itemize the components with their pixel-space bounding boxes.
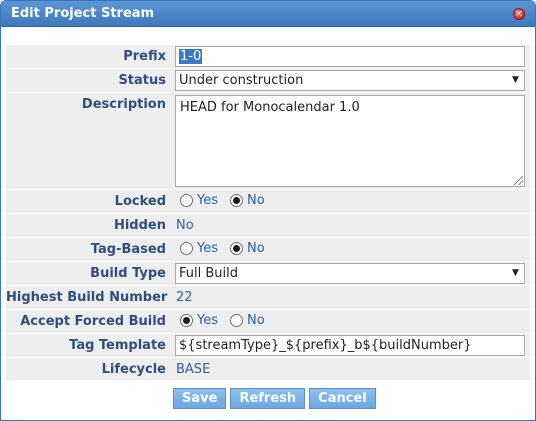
chevron-down-icon[interactable]: ▼ bbox=[508, 265, 523, 282]
accept-forced-build-yes-label: Yes bbox=[197, 313, 218, 328]
status-select[interactable]: Under construction ▼ bbox=[175, 70, 525, 91]
dialog-title: Edit Project Stream bbox=[11, 6, 155, 21]
locked-yes-option[interactable]: Yes bbox=[180, 193, 218, 208]
description-textarea[interactable]: HEAD for Monocalendar 1.0 bbox=[175, 95, 525, 187]
locked-no-option[interactable]: No bbox=[230, 193, 265, 208]
status-label: Status bbox=[118, 73, 166, 88]
tag-based-yes-option[interactable]: Yes bbox=[180, 241, 218, 256]
lifecycle-row: Lifecycle BASE bbox=[6, 358, 530, 380]
tag-template-label: Tag Template bbox=[69, 338, 166, 353]
tag-based-no-radio[interactable] bbox=[230, 242, 243, 255]
build-type-label: Build Type bbox=[90, 266, 166, 281]
hidden-row: Hidden No bbox=[6, 214, 530, 237]
tag-based-yes-radio[interactable] bbox=[180, 242, 193, 255]
highest-build-number-row: Highest Build Number 22 bbox=[6, 286, 530, 309]
hidden-value: No bbox=[176, 218, 194, 233]
tag-based-no-label: No bbox=[247, 241, 265, 256]
highest-build-number-label: Highest Build Number bbox=[6, 290, 168, 305]
tag-template-row: Tag Template ${streamType}_${prefix}_b${… bbox=[6, 334, 530, 357]
accept-forced-build-no-option[interactable]: No bbox=[230, 313, 265, 328]
accept-forced-build-yes-option[interactable]: Yes bbox=[180, 313, 218, 328]
save-button[interactable]: Save bbox=[173, 388, 227, 409]
accept-forced-build-no-radio[interactable] bbox=[230, 314, 243, 327]
tag-based-row: Tag-Based Yes No bbox=[6, 238, 530, 261]
lifecycle-value: BASE bbox=[176, 362, 211, 377]
status-select-value: Under construction bbox=[179, 73, 304, 88]
lifecycle-label: Lifecycle bbox=[101, 362, 166, 377]
locked-radio-group: Yes No bbox=[180, 193, 277, 208]
build-type-select[interactable]: Full Build ▼ bbox=[175, 263, 525, 284]
edit-project-stream-dialog: Edit Project Stream × Prefix 1-0 Status … bbox=[0, 0, 536, 421]
tag-template-value: ${streamType}_${prefix}_b${buildNumber} bbox=[179, 338, 472, 353]
tag-based-yes-label: Yes bbox=[197, 241, 218, 256]
prefix-label: Prefix bbox=[123, 49, 166, 64]
tag-based-radio-group: Yes No bbox=[180, 241, 277, 256]
accept-forced-build-radio-group: Yes No bbox=[180, 313, 277, 328]
dialog-buttons: Save Refresh Cancel bbox=[173, 388, 380, 409]
accept-forced-build-label: Accept Forced Build bbox=[20, 314, 166, 329]
prefix-input[interactable]: 1-0 bbox=[175, 46, 525, 67]
locked-row: Locked Yes No bbox=[6, 190, 530, 213]
cancel-button[interactable]: Cancel bbox=[309, 388, 376, 409]
locked-no-label: No bbox=[247, 193, 265, 208]
tag-template-input[interactable]: ${streamType}_${prefix}_b${buildNumber} bbox=[175, 335, 525, 356]
locked-yes-radio[interactable] bbox=[180, 194, 193, 207]
locked-yes-label: Yes bbox=[197, 193, 218, 208]
description-row: Description HEAD for Monocalendar 1.0 bbox=[6, 93, 530, 189]
tag-based-label: Tag-Based bbox=[90, 242, 166, 257]
prefix-row: Prefix 1-0 bbox=[6, 45, 530, 68]
status-row: Status Under construction ▼ bbox=[6, 69, 530, 92]
resize-grip-icon[interactable] bbox=[514, 176, 523, 185]
stream-form: Prefix 1-0 Status Under construction ▼ D… bbox=[6, 45, 530, 381]
locked-label: Locked bbox=[114, 194, 166, 209]
description-label: Description bbox=[81, 97, 166, 112]
hidden-label: Hidden bbox=[113, 218, 166, 233]
prefix-input-value: 1-0 bbox=[179, 49, 203, 64]
highest-build-number-value: 22 bbox=[176, 290, 193, 305]
accept-forced-build-yes-radio[interactable] bbox=[180, 314, 193, 327]
close-icon[interactable]: × bbox=[513, 8, 525, 20]
accept-forced-build-no-label: No bbox=[247, 313, 265, 328]
accept-forced-build-row: Accept Forced Build Yes No bbox=[6, 310, 530, 333]
refresh-button[interactable]: Refresh bbox=[230, 388, 306, 409]
locked-no-radio[interactable] bbox=[230, 194, 243, 207]
description-value: HEAD for Monocalendar 1.0 bbox=[180, 100, 360, 115]
build-type-select-value: Full Build bbox=[179, 266, 238, 281]
build-type-row: Build Type Full Build ▼ bbox=[6, 262, 530, 285]
dialog-titlebar[interactable]: Edit Project Stream × bbox=[1, 1, 535, 27]
tag-based-no-option[interactable]: No bbox=[230, 241, 265, 256]
chevron-down-icon[interactable]: ▼ bbox=[508, 72, 523, 89]
